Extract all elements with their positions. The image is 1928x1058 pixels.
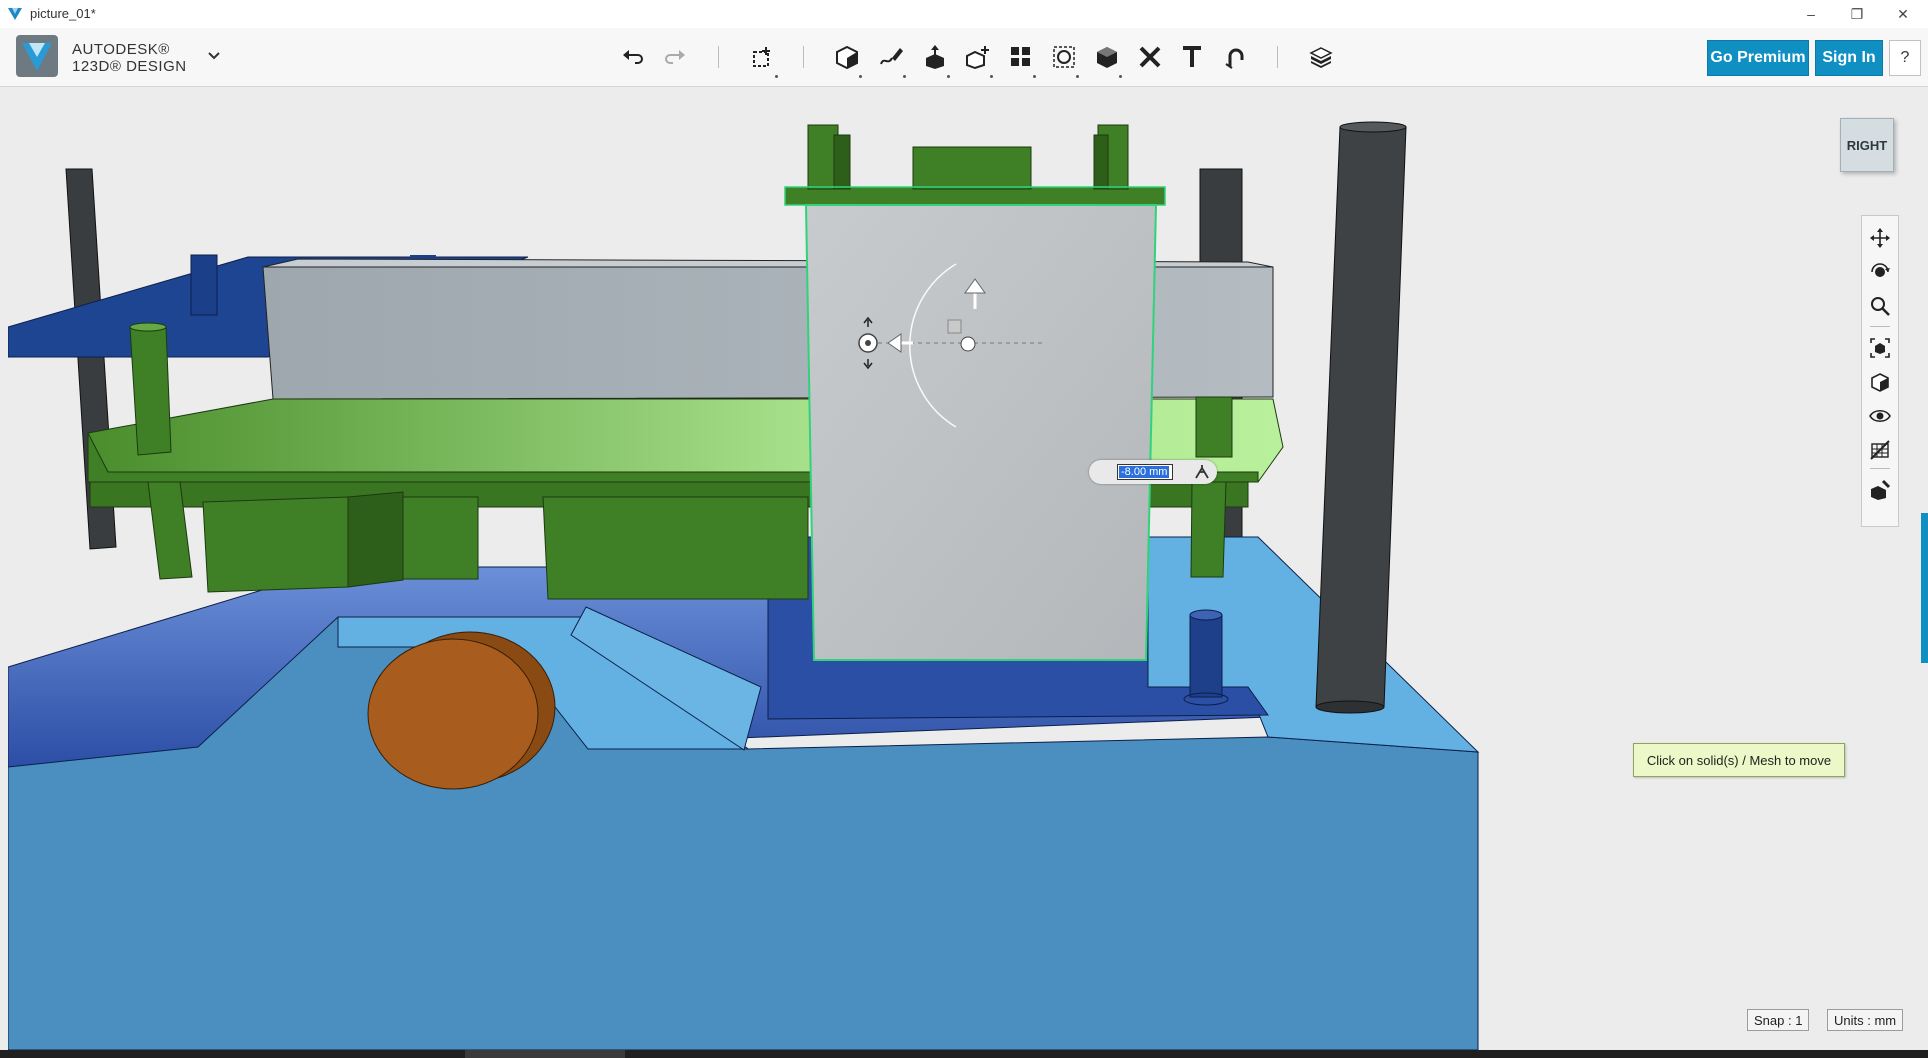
app-logo[interactable] <box>16 35 58 77</box>
material-icon <box>1308 44 1334 70</box>
group-icon <box>1051 44 1077 70</box>
snap-indicator[interactable]: Snap : 1 <box>1747 1009 1809 1031</box>
visibility-icon <box>1869 405 1891 427</box>
snap-tool-icon[interactable] <box>1193 463 1211 481</box>
primitives-icon <box>834 44 860 70</box>
measure-icon <box>1137 44 1163 70</box>
modify-button[interactable] <box>963 42 993 72</box>
snap-button[interactable] <box>1220 42 1250 72</box>
snap-icon <box>1222 44 1248 70</box>
selected-block[interactable] <box>785 125 1165 660</box>
sign-in-button[interactable]: Sign In <box>1815 40 1883 76</box>
minimize-icon: – <box>1807 6 1815 22</box>
primitives-button[interactable] <box>832 42 862 72</box>
main-toolbar: AUTODESK® 123D® DESIGN <box>0 28 1928 87</box>
construct-icon <box>922 44 948 70</box>
scene-canvas[interactable] <box>8 87 1921 1050</box>
taskbar-strip <box>0 1050 1928 1058</box>
construct-button[interactable] <box>920 42 950 72</box>
brand-autodesk: AUTODESK® <box>72 41 170 58</box>
go-premium-button[interactable]: Go Premium <box>1707 40 1809 76</box>
side-panel-tab[interactable] <box>1921 513 1928 663</box>
undo-button[interactable] <box>618 42 648 72</box>
orbit-button[interactable] <box>1868 260 1892 284</box>
pattern-icon <box>1008 44 1034 70</box>
redo-button[interactable] <box>660 42 690 72</box>
chevron-down-icon[interactable] <box>206 48 222 64</box>
toolbar-separator <box>1277 46 1278 68</box>
brand-product: 123D® DESIGN <box>72 58 187 75</box>
3d-viewport[interactable]: -8.00 mm <box>8 87 1921 1050</box>
pan-button[interactable] <box>1868 226 1892 250</box>
combine-button[interactable] <box>1092 42 1122 72</box>
close-button[interactable]: ✕ <box>1880 0 1926 28</box>
material-view-icon <box>1869 479 1891 501</box>
modify-icon <box>965 44 991 70</box>
blue-base-plate[interactable] <box>8 537 1478 1050</box>
measure-button[interactable] <box>1135 42 1165 72</box>
fit-icon <box>1869 337 1891 359</box>
move-distance-widget: -8.00 mm <box>1089 460 1217 484</box>
help-button[interactable]: ? <box>1889 40 1921 76</box>
scale-handle-icon[interactable] <box>948 320 961 333</box>
units-indicator[interactable]: Units : mm <box>1827 1009 1903 1031</box>
restore-button[interactable]: ❐ <box>1834 0 1880 28</box>
view-icon <box>1869 371 1891 393</box>
sketch-button[interactable] <box>876 42 906 72</box>
zoom-button[interactable] <box>1868 294 1892 318</box>
fit-button[interactable] <box>1868 336 1892 360</box>
visibility-button[interactable] <box>1868 404 1892 428</box>
sketch-icon <box>878 44 904 70</box>
toolbar-separator <box>718 46 719 68</box>
toolbar-separator <box>803 46 804 68</box>
move-distance-value[interactable]: -8.00 mm <box>1119 466 1169 478</box>
view-button[interactable] <box>1868 370 1892 394</box>
nav-separator <box>1870 326 1890 327</box>
nav-separator <box>1870 468 1890 469</box>
redo-icon <box>663 47 687 67</box>
orbit-icon <box>1869 261 1891 283</box>
pan-icon <box>1869 227 1891 249</box>
pattern-button[interactable] <box>1006 42 1036 72</box>
window-title: picture_01* <box>30 6 96 21</box>
transform-icon <box>750 44 776 70</box>
navigation-panel <box>1861 215 1899 527</box>
undo-icon <box>621 47 645 67</box>
minimize-button[interactable]: – <box>1788 0 1834 28</box>
material-button[interactable] <box>1306 42 1336 72</box>
viewcube[interactable]: RIGHT <box>1840 118 1894 172</box>
group-button[interactable] <box>1049 42 1079 72</box>
blue-pin[interactable] <box>1184 610 1228 705</box>
post-front-right[interactable] <box>1316 122 1406 713</box>
material-view-button[interactable] <box>1868 478 1892 502</box>
zoom-icon <box>1869 295 1891 317</box>
title-bar: picture_01* – ❐ ✕ <box>0 0 1928 29</box>
slider-handle-icon[interactable] <box>961 337 975 351</box>
move-hint-tooltip: Click on solid(s) / Mesh to move <box>1633 743 1845 777</box>
text-button[interactable] <box>1177 42 1207 72</box>
restore-icon: ❐ <box>1851 6 1864 23</box>
hide-sketch-icon <box>1869 439 1891 461</box>
text-icon <box>1179 44 1205 70</box>
hide-sketch-button[interactable] <box>1868 438 1892 462</box>
close-icon: ✕ <box>1897 6 1909 23</box>
transform-button[interactable] <box>748 42 778 72</box>
combine-icon <box>1094 44 1120 70</box>
app-logo-icon <box>8 7 22 21</box>
